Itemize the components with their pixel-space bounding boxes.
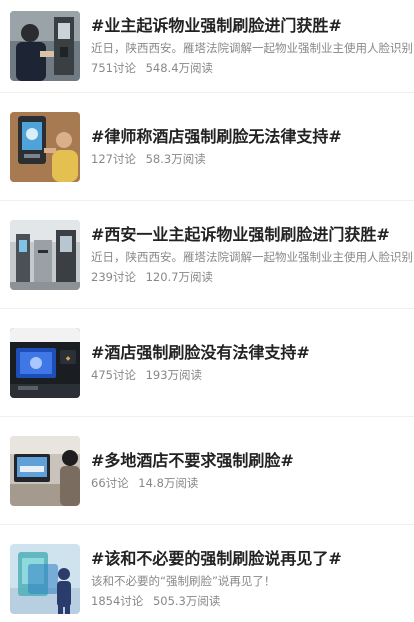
read-count: 120.7万阅读 xyxy=(145,269,214,284)
topic-item[interactable]: #多地酒店不要求强制刷脸# 66讨论 14.8万阅读 xyxy=(0,417,414,525)
topic-thumbnail[interactable] xyxy=(10,219,80,290)
topic-stats: 127讨论 58.3万阅读 xyxy=(91,151,414,167)
topic-thumbnail[interactable]: ◆ xyxy=(10,327,80,398)
topic-item[interactable]: #业主起诉物业强制刷脸进门获胜# 近日，陕西西安。雁塔法院调解一起物业强制业主使… xyxy=(0,0,414,93)
face-recognition-illustration xyxy=(10,544,80,614)
topic-item[interactable]: #西安一业主起诉物业强制刷脸进门获胜# 近日，陕西西安。雁塔法院调解一起物业强制… xyxy=(0,201,414,309)
topic-description: 近日，陕西西安。雁塔法院调解一起物业强制业主使用人脸识别 xyxy=(91,41,413,55)
topic-stats: 751讨论 548.4万阅读 xyxy=(91,60,414,76)
topic-thumbnail[interactable] xyxy=(10,11,80,81)
topic-title[interactable]: #该和不必要的强制刷脸说再见了# xyxy=(91,549,414,569)
discussion-count: 475讨论 xyxy=(91,367,136,382)
topic-item[interactable]: #该和不必要的强制刷脸说再见了# 该和不必要的“强制刷脸”说再见了！ 1854讨… xyxy=(0,525,414,622)
discussion-count: 751讨论 xyxy=(91,61,136,75)
topic-item[interactable]: #律师称酒店强制刷脸无法律支持# 127讨论 58.3万阅读 xyxy=(0,93,414,201)
read-count: 193万阅读 xyxy=(145,367,203,382)
topic-stats: 66讨论 14.8万阅读 xyxy=(91,475,414,491)
topic-item[interactable]: ◆ #酒店强制刷脸没有法律支持# 475讨论 193万阅读 xyxy=(0,309,414,417)
topic-title[interactable]: #业主起诉物业强制刷脸进门获胜# xyxy=(91,16,414,36)
topic-title[interactable]: #酒店强制刷脸没有法律支持# xyxy=(91,343,414,363)
discussion-count: 239讨论 xyxy=(91,269,136,284)
topic-thumbnail[interactable] xyxy=(10,435,80,506)
topic-description: 该和不必要的“强制刷脸”说再见了！ xyxy=(91,574,276,588)
topic-stats: 1854讨论 505.3万阅读 xyxy=(91,593,414,609)
topic-stats: 475讨论 193万阅读 xyxy=(91,367,414,383)
topic-thumbnail[interactable] xyxy=(10,111,80,182)
discussion-count: 1854讨论 xyxy=(91,594,144,608)
topic-title[interactable]: #律师称酒店强制刷脸无法律支持# xyxy=(91,127,414,147)
topic-title[interactable]: #多地酒店不要求强制刷脸# xyxy=(91,451,414,471)
face-scanner-image xyxy=(10,111,80,182)
read-count: 58.3万阅读 xyxy=(145,151,206,166)
read-count: 505.3万阅读 xyxy=(152,594,221,608)
topic-stats: 239讨论 120.7万阅读 xyxy=(91,269,414,285)
residential-gate-image xyxy=(10,219,80,290)
topic-title[interactable]: #西安一业主起诉物业强制刷脸进门获胜# xyxy=(91,225,414,245)
read-count: 14.8万阅读 xyxy=(138,475,199,490)
topic-list: #业主起诉物业强制刷脸进门获胜# 近日，陕西西安。雁塔法院调解一起物业强制业主使… xyxy=(0,0,414,622)
discussion-count: 66讨论 xyxy=(91,475,129,490)
hotel-checkin-image xyxy=(10,435,80,506)
discussion-count: 127讨论 xyxy=(91,151,136,166)
topic-description: 近日，陕西西安。雁塔法院调解一起物业强制业主使用人脸识别 xyxy=(91,249,413,264)
svg-text:◆: ◆ xyxy=(66,355,71,362)
hotel-kiosk-image: ◆ xyxy=(10,327,80,398)
person-at-gate-image xyxy=(10,11,80,81)
read-count: 548.4万阅读 xyxy=(145,61,214,75)
topic-thumbnail[interactable] xyxy=(10,544,80,614)
